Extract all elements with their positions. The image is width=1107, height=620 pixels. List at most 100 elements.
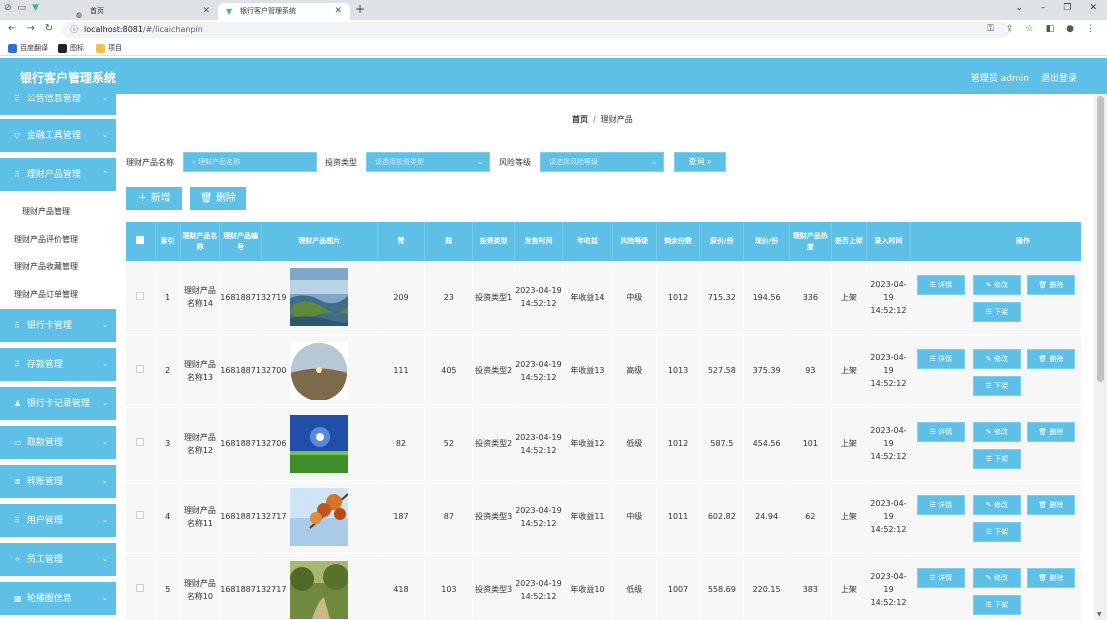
menu-bank-cards[interactable]: ⠿ 银行卡管理 ⌄ [0,309,116,342]
tab-group-icon[interactable]: ▭ [18,3,27,13]
bookmark-baidu-translate[interactable]: 百度翻译 [8,42,48,54]
detail-button[interactable]: ☰ 详情 [916,567,965,588]
submenu-product-reviews[interactable]: 理财产品评价管理 [14,234,78,245]
menu-card-records[interactable]: ♟ 银行卡记录管理 ⌄ [0,387,116,420]
url-field[interactable]: ⓘ localhost:8081/#/licaichanpin [62,22,1010,38]
page-scrollbar[interactable]: ▼ [1094,94,1107,620]
annual-yield: 年收益10 [562,553,613,620]
risk-level: 中级 [612,261,657,335]
close-icon[interactable]: ✕ [202,3,210,20]
product-image[interactable] [290,487,349,546]
edit-button[interactable]: ✎ 修改 [972,275,1021,295]
column-header: 理财产品名称 [180,222,221,261]
menu-transfers[interactable]: ≣ 转账管理 ⌄ [0,465,116,498]
close-icon[interactable]: ✕ [334,3,342,20]
site-info-icon[interactable]: ⓘ [70,25,78,34]
edit-button[interactable]: ✎ 修改 [972,348,1021,369]
trash-icon: 🗑 [1038,354,1050,363]
detail-button[interactable]: ☰ 详情 [916,275,965,295]
bookmark-project[interactable]: 项目 [96,42,122,54]
query-button[interactable]: 查询 ⌕ [674,152,726,172]
table-row: 4 理财产品名称11 1681887132717 187 87 投资类型3 2023-04-… [126,480,1081,554]
menu-withdrawals[interactable]: ▭ 取款管理 ⌄ [0,426,116,459]
row-actions: ☰ 详情 ✎ 修改 🗑 删除 ☰ 下架 [910,261,1081,335]
edit-button[interactable]: ✎ 修改 [972,567,1021,588]
edit-button[interactable]: ✎ 修改 [972,421,1021,442]
submenu-product-management[interactable]: 理财产品管理 [22,206,70,217]
forward-icon[interactable]: → [26,23,34,34]
delete-row-button[interactable]: 🗑 删除 [1026,348,1075,369]
row-checkbox[interactable] [136,584,145,592]
menu-carousel[interactable]: ▦ 轮播图信息 ⌄ [0,582,116,615]
row-checkbox[interactable] [136,365,145,373]
delete-row-button[interactable]: 🗑 删除 [1026,494,1075,515]
scroll-down-icon[interactable]: ▼ [1097,611,1102,618]
close-window-icon[interactable]: ✕ [1089,3,1097,13]
menu-dots-icon[interactable]: ⋮ [1086,24,1095,34]
back-icon[interactable]: ← [8,23,16,34]
add-button[interactable]: ＋ 新增 [126,187,182,210]
new-tab-icon[interactable]: + [355,2,365,16]
sidepanel-icon[interactable]: ◧ [1046,24,1055,34]
button-label: 删除 [1049,354,1064,363]
key-icon[interactable]: ⚿ [987,24,994,34]
submenu-product-orders[interactable]: 理财产品订单管理 [14,289,78,300]
entry-time: 2023-04-19 14:52:12 [866,334,911,408]
product-image[interactable] [290,560,349,619]
offshelf-button[interactable]: ☰ 下架 [972,521,1021,542]
tab-list-chevron-icon[interactable]: ⌄ [1015,3,1023,13]
detail-button[interactable]: ☰ 详情 [916,421,965,442]
offshelf-button[interactable]: ☰ 下架 [972,375,1021,396]
original-price: 715.32 [699,261,745,335]
button-label: 下架 [994,308,1009,316]
window-controls: ⌄ – ❐ ✕ [1015,3,1097,13]
product-name: 理财产品名称12 [180,407,221,481]
reload-icon[interactable]: ↻ [45,23,53,34]
edit-button[interactable]: ✎ 修改 [972,494,1021,515]
logout-link[interactable]: 退出登录 [1041,71,1077,84]
select-all-header[interactable] [126,222,156,261]
menu-users[interactable]: ⠿ 用户管理 ⌄ [0,504,116,537]
share-icon[interactable]: ⇪ [1006,24,1014,34]
submenu-product-favorites[interactable]: 理财产品收藏管理 [14,261,78,272]
star-icon[interactable]: ☆ [1026,24,1034,34]
product-image[interactable] [290,268,349,327]
risk-level-select[interactable]: 请选择风险等级 ⌄ [540,152,664,172]
scrollbar-thumb[interactable] [1097,96,1104,382]
browser-tab-active[interactable]: ▼ 银行客户管理系统 ✕ [218,3,350,20]
product-image[interactable] [290,341,349,400]
delete-row-button[interactable]: 🗑 删除 [1026,421,1075,442]
offshelf-button[interactable]: ☰ 下架 [972,594,1021,615]
invest-type-select[interactable]: 请选择投资类型 ⌄ [366,152,490,172]
menu-staff[interactable]: ✧ 员工管理 ⌄ [0,543,116,576]
detail-button[interactable]: ☰ 详情 [916,494,965,515]
delete-row-button[interactable]: 🗑 删除 [1026,275,1075,295]
menu-deposits[interactable]: ⠿ 存款管理 ⌄ [0,348,116,381]
offshelf-button[interactable]: ☰ 下架 [972,448,1021,469]
select-all-checkbox[interactable] [136,235,145,244]
menu-announcement[interactable]: ⠿ 公告信息管理 ⌄ [0,94,116,115]
detail-button[interactable]: ☰ 详情 [916,348,965,369]
restore-icon[interactable]: ❐ [1063,3,1071,13]
product-image[interactable] [290,414,349,473]
profile-icon[interactable]: ● [1066,24,1074,34]
delete-row-button[interactable]: 🗑 删除 [1026,567,1075,588]
row-checkbox[interactable] [136,291,145,300]
product-code: 1681887132719 [219,261,286,335]
menu-financial-tools[interactable]: ▽ 金融工具管理 ⌄ [0,119,116,152]
menu-wealth-products[interactable]: ⠿ 理财产品管理 ⌃ [0,158,116,191]
delete-button[interactable]: 🗑 删除 [190,187,246,210]
row-checkbox[interactable] [136,438,145,446]
minimize-icon[interactable]: – [1041,3,1046,13]
pinned-tab-vue-icon[interactable]: ▼ [32,3,39,13]
breadcrumb-home[interactable]: 首页 [572,115,588,124]
browser-tab-home[interactable]: ◍ 首页 ✕ [68,3,218,20]
bookmark-icons[interactable]: 图标 [58,42,84,54]
annual-yield: 年收益11 [562,480,613,554]
product-name-input[interactable]: ⌕ 理财产品名称 [183,152,317,172]
product-name: 理财产品名称11 [180,480,221,554]
tab-search-icon[interactable]: ⊘ [4,3,12,13]
grid-icon: ⠿ [14,94,20,103]
offshelf-button[interactable]: ☰ 下架 [972,302,1021,322]
row-checkbox[interactable] [136,511,145,519]
